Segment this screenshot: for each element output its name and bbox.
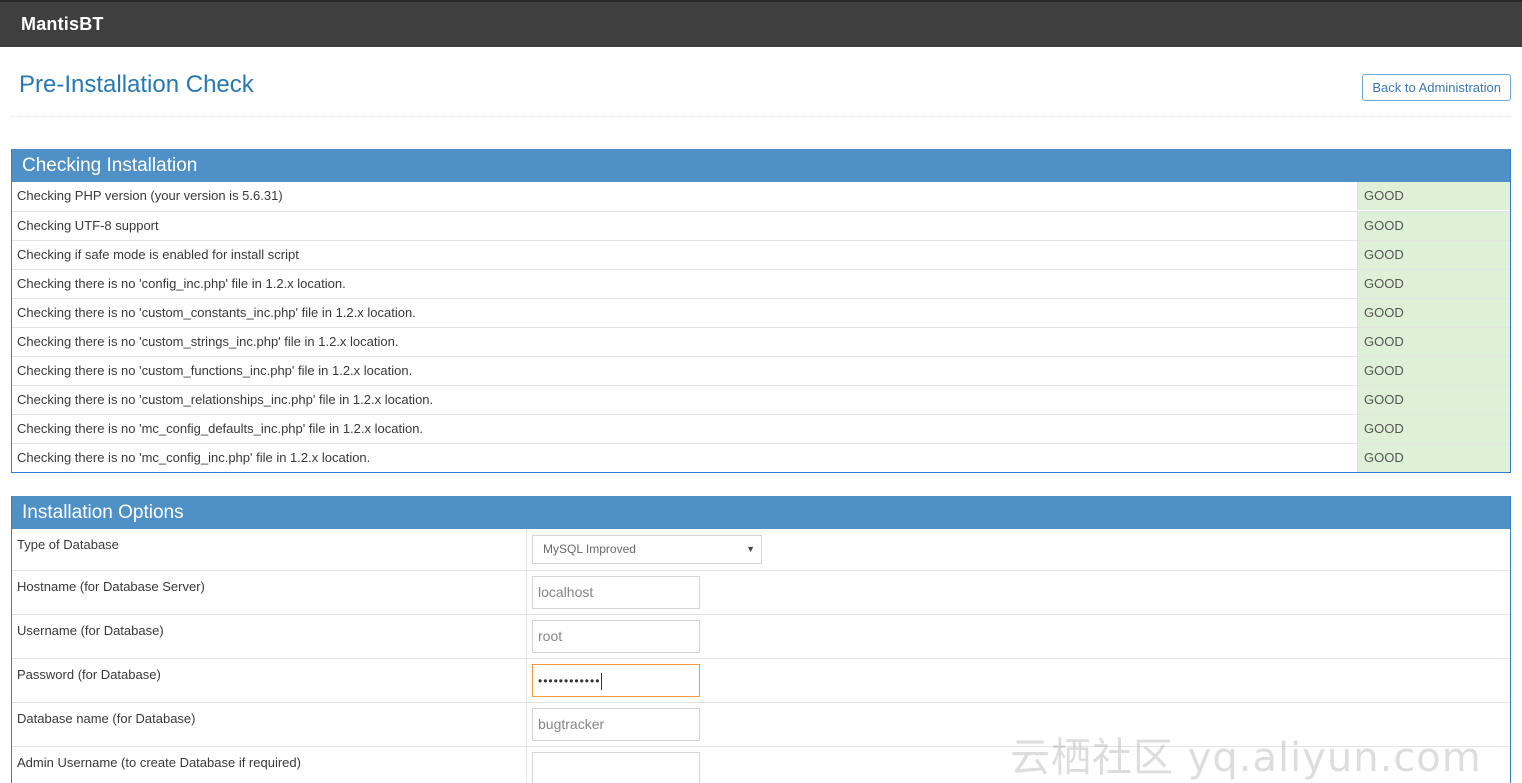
column-divider: [526, 703, 527, 746]
installation-options-title: Installation Options: [12, 496, 1510, 529]
db-type-row: Type of Database MySQL Improved ▼: [12, 529, 1510, 570]
check-status: GOOD: [1357, 212, 1510, 240]
password-row: Password (for Database) ••••••••••••: [12, 658, 1510, 702]
check-status: GOOD: [1357, 415, 1510, 443]
watermark: 云栖社区 yq.aliyun.com: [1010, 735, 1482, 781]
check-label: Checking there is no 'mc_config_defaults…: [17, 421, 424, 436]
check-status: GOOD: [1357, 444, 1510, 472]
check-label: Checking there is no 'config_inc.php' fi…: [17, 276, 346, 291]
check-row: Checking there is no 'custom_constants_i…: [12, 298, 1510, 327]
check-status: GOOD: [1357, 386, 1510, 414]
check-row: Checking there is no 'custom_strings_inc…: [12, 327, 1510, 356]
check-row: Checking UTF-8 support GOOD: [12, 211, 1510, 240]
checking-installation-panel: Checking Installation Checking PHP versi…: [11, 149, 1511, 473]
check-row: Checking if safe mode is enabled for ins…: [12, 240, 1510, 269]
check-label: Checking UTF-8 support: [17, 218, 159, 233]
check-row: Checking there is no 'custom_relationshi…: [12, 385, 1510, 414]
check-label: Checking PHP version (your version is 5.…: [17, 188, 283, 203]
username-input[interactable]: root: [532, 620, 700, 653]
check-label: Checking there is no 'mc_config_inc.php'…: [17, 450, 371, 465]
column-divider: [526, 571, 527, 614]
username-label: Username (for Database): [17, 623, 164, 638]
check-status: GOOD: [1357, 328, 1510, 356]
top-navbar: MantisBT: [0, 0, 1522, 47]
check-status: GOOD: [1357, 270, 1510, 298]
text-cursor: [601, 672, 603, 690]
admin-username-label: Admin Username (to create Database if re…: [17, 755, 301, 770]
check-status: GOOD: [1357, 357, 1510, 385]
db-name-label: Database name (for Database): [17, 711, 196, 726]
password-value: ••••••••••••: [538, 674, 601, 688]
db-type-value: MySQL Improved: [543, 542, 636, 556]
back-to-administration-button[interactable]: Back to Administration: [1362, 74, 1511, 101]
page-title: Pre-Installation Check: [19, 71, 254, 98]
db-name-input[interactable]: bugtracker: [532, 708, 700, 741]
db-type-select[interactable]: MySQL Improved ▼: [532, 535, 762, 564]
check-label: Checking there is no 'custom_functions_i…: [17, 363, 413, 378]
column-divider: [526, 659, 527, 702]
check-row: Checking there is no 'custom_functions_i…: [12, 356, 1510, 385]
db-type-label: Type of Database: [17, 537, 119, 552]
brand-logo[interactable]: MantisBT: [21, 14, 104, 35]
check-row: Checking there is no 'config_inc.php' fi…: [12, 269, 1510, 298]
admin-username-input[interactable]: [532, 752, 700, 783]
password-label: Password (for Database): [17, 667, 161, 682]
caret-down-icon: ▼: [746, 544, 755, 554]
check-label: Checking there is no 'custom_constants_i…: [17, 305, 416, 320]
check-row: Checking there is no 'mc_config_inc.php'…: [12, 443, 1510, 472]
check-label: Checking there is no 'custom_strings_inc…: [17, 334, 399, 349]
check-status: GOOD: [1357, 241, 1510, 269]
page-header: Pre-Installation Check Back to Administr…: [11, 47, 1511, 117]
column-divider: [526, 529, 527, 570]
password-input[interactable]: ••••••••••••: [532, 664, 700, 697]
column-divider: [526, 615, 527, 658]
check-label: Checking if safe mode is enabled for ins…: [17, 247, 299, 262]
check-row: Checking there is no 'mc_config_defaults…: [12, 414, 1510, 443]
check-status: GOOD: [1357, 182, 1510, 210]
column-divider: [526, 747, 527, 783]
username-row: Username (for Database) root: [12, 614, 1510, 658]
check-status: GOOD: [1357, 299, 1510, 327]
checks-table: Checking PHP version (your version is 5.…: [12, 182, 1510, 472]
hostname-row: Hostname (for Database Server) localhost: [12, 570, 1510, 614]
check-label: Checking there is no 'custom_relationshi…: [17, 392, 434, 407]
hostname-label: Hostname (for Database Server): [17, 579, 205, 594]
checking-installation-title: Checking Installation: [12, 149, 1510, 182]
check-row: Checking PHP version (your version is 5.…: [12, 182, 1510, 211]
hostname-input[interactable]: localhost: [532, 576, 700, 609]
